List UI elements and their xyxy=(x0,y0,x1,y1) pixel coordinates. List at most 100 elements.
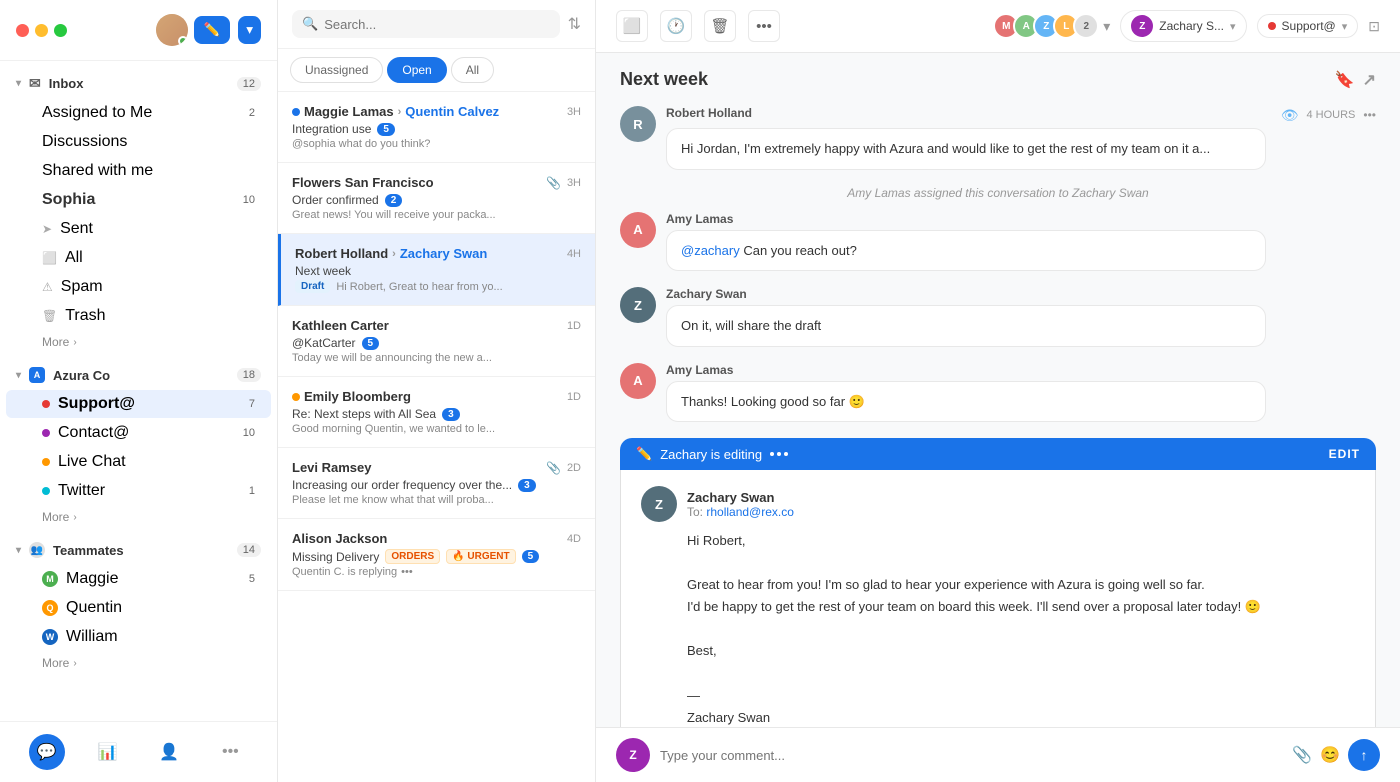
conv-preview: Today we will be announcing the new a... xyxy=(292,352,581,364)
attachment-button[interactable]: 📎 xyxy=(1292,745,1312,765)
tab-all[interactable]: All xyxy=(451,57,494,83)
sidebar-item-support[interactable]: Support@ 7 xyxy=(6,390,271,418)
contact-dot xyxy=(42,429,50,437)
list-item[interactable]: Kathleen Carter 1D @KatCarter 5 Today we… xyxy=(278,306,595,377)
chat-button[interactable]: 💬 xyxy=(29,734,65,770)
azura-section-header[interactable]: ▾ A Azura Co 18 xyxy=(0,361,277,389)
sidebar-item-label: Spam xyxy=(61,278,103,296)
sidebar-item-assigned-to-me[interactable]: Assigned to Me 2 xyxy=(6,99,271,127)
more-options-button[interactable]: ••• xyxy=(212,734,248,770)
sidebar-item-maggie[interactable]: M Maggie 5 xyxy=(6,565,271,593)
chevron-right-icon: › xyxy=(73,658,76,669)
title-text: Next week xyxy=(620,69,708,90)
list-item[interactable]: Levi Ramsey 📎 2D Increasing our order fr… xyxy=(278,448,595,519)
more-button[interactable]: ••• xyxy=(748,10,780,42)
send-icon: ↑ xyxy=(1361,747,1368,763)
inbox-more[interactable]: More › xyxy=(6,331,271,353)
traffic-lights xyxy=(16,24,67,37)
william-avatar: W xyxy=(42,629,58,645)
sidebar-item-all[interactable]: ⬜ All xyxy=(6,244,271,272)
list-item[interactable]: Alison Jackson 4D Missing Delivery ORDER… xyxy=(278,519,595,591)
support-dot xyxy=(42,400,50,408)
conversation-content: Next week 🔖 ↗ R Robert Holland 👁 4 HOURS… xyxy=(596,53,1400,727)
delete-button[interactable]: 🗑 xyxy=(704,10,736,42)
traffic-light-green[interactable] xyxy=(54,24,67,37)
azura-more[interactable]: More › xyxy=(6,506,271,528)
compose-avatar: Z xyxy=(641,486,677,522)
analytics-button[interactable]: 📊 xyxy=(90,734,126,770)
body-line-4: I'd be happy to get the rest of your tea… xyxy=(687,596,1355,618)
conv-time: 4D xyxy=(567,533,581,545)
expand-icon[interactable]: ⊡ xyxy=(1368,18,1380,35)
body-line-8: — xyxy=(687,685,1355,707)
conv-to: Quentin Calvez xyxy=(405,104,499,119)
conv-time: 2D xyxy=(567,462,581,474)
sidebar-item-label: Discussions xyxy=(42,133,127,151)
snooze-button[interactable]: ⬜ xyxy=(616,10,648,42)
sidebar-item-contact[interactable]: Contact@ 10 xyxy=(6,419,271,447)
search-input[interactable] xyxy=(324,17,549,32)
sidebar-item-sophia[interactable]: Sophia 10 xyxy=(6,186,271,214)
bookmark-button[interactable]: 🔖 xyxy=(1335,70,1355,90)
compose-dropdown-button[interactable]: ▾ xyxy=(238,16,261,44)
traffic-light-yellow[interactable] xyxy=(35,24,48,37)
conv-badge: 5 xyxy=(522,550,540,563)
amy-avatar: A xyxy=(620,212,656,248)
sidebar-item-discussions[interactable]: Discussions xyxy=(6,128,271,156)
assigned-count: 2 xyxy=(249,107,255,119)
conv-badge: 5 xyxy=(377,123,395,136)
sidebar-item-shared[interactable]: Shared with me xyxy=(6,157,271,185)
sidebar-item-trash[interactable]: 🗑 Trash xyxy=(6,302,271,330)
contacts-button[interactable]: 👤 xyxy=(151,734,187,770)
conversation-title: Next week 🔖 ↗ xyxy=(620,69,1376,90)
list-item[interactable]: Flowers San Francisco 📎 3H Order confirm… xyxy=(278,163,595,234)
list-item[interactable]: Maggie Lamas › Quentin Calvez 3H Integra… xyxy=(278,92,595,163)
send-button[interactable]: ↑ xyxy=(1348,739,1380,771)
edit-button[interactable]: EDIT xyxy=(1329,447,1360,461)
sidebar-item-william[interactable]: W William xyxy=(6,623,271,651)
clock-button[interactable]: 🕐 xyxy=(660,10,692,42)
teammates-more[interactable]: More › xyxy=(6,652,271,674)
sidebar-item-label: Sophia xyxy=(42,191,95,209)
message-sender: Robert Holland xyxy=(666,106,752,120)
sidebar-item-sent[interactable]: ➤ Sent xyxy=(6,215,271,243)
assignee-button[interactable]: Z Zachary S... ▾ xyxy=(1120,10,1246,42)
conv-arrow: › xyxy=(392,248,396,260)
message-more-button[interactable]: ••• xyxy=(1363,108,1376,122)
sidebar-item-twitter[interactable]: Twitter 1 xyxy=(6,477,271,505)
traffic-light-red[interactable] xyxy=(16,24,29,37)
trash-icon: 🗑 xyxy=(42,309,57,323)
list-item[interactable]: Emily Bloomberg 1D Re: Next steps with A… xyxy=(278,377,595,448)
conversation-list: Maggie Lamas › Quentin Calvez 3H Integra… xyxy=(278,92,595,782)
sidebar-item-spam[interactable]: ⚠ Spam xyxy=(6,273,271,301)
list-item[interactable]: Robert Holland › Zachary Swan 4H Next we… xyxy=(278,234,595,306)
body-line-6: Best, xyxy=(687,640,1355,662)
filter-icon[interactable]: ⇅ xyxy=(568,14,581,34)
reply-input[interactable] xyxy=(660,748,1282,763)
azura-count: 18 xyxy=(237,368,261,382)
message-item: A Amy Lamas @zachary Can you reach out? xyxy=(620,212,1376,272)
conv-subject: Re: Next steps with All Sea xyxy=(292,407,436,421)
inbox-section-header[interactable]: ▾ ✉ Inbox 12 xyxy=(0,69,277,98)
share-button[interactable]: ↗ xyxy=(1363,70,1376,90)
teammates-section-header[interactable]: ▾ 👥 Teammates 14 xyxy=(0,536,277,564)
compose-sender-name: Zachary Swan xyxy=(687,490,794,505)
tab-unassigned[interactable]: Unassigned xyxy=(290,57,383,83)
compose-body[interactable]: Hi Robert, Great to hear from you! I'm s… xyxy=(641,530,1355,727)
sidebar-item-quentin[interactable]: Q Quentin xyxy=(6,594,271,622)
message-sender: Amy Lamas xyxy=(666,363,1376,377)
tab-open[interactable]: Open xyxy=(387,57,446,83)
conv-badge: 3 xyxy=(518,479,536,492)
compose-button[interactable]: ✏️ xyxy=(194,16,231,44)
draft-compose-area: ✏️ Zachary is editing EDIT Z Zachary Swa… xyxy=(620,438,1376,727)
support-button[interactable]: Support@ ▾ xyxy=(1257,14,1359,38)
sidebar-item-livechat[interactable]: Live Chat xyxy=(6,448,271,476)
conv-preview: Hi Robert, Great to hear from yo... xyxy=(336,281,502,293)
avatar[interactable] xyxy=(156,14,188,46)
avatar-stack-chevron[interactable]: ▾ xyxy=(1103,18,1110,35)
conv-from: Alison Jackson xyxy=(292,531,387,546)
compose-area: Z Zachary Swan To: rholland@rex.co Hi Ro… xyxy=(620,470,1376,727)
emoji-button[interactable]: 😊 xyxy=(1320,745,1340,765)
conv-from: Kathleen Carter xyxy=(292,318,389,333)
clock-icon: 🕐 xyxy=(667,17,686,35)
